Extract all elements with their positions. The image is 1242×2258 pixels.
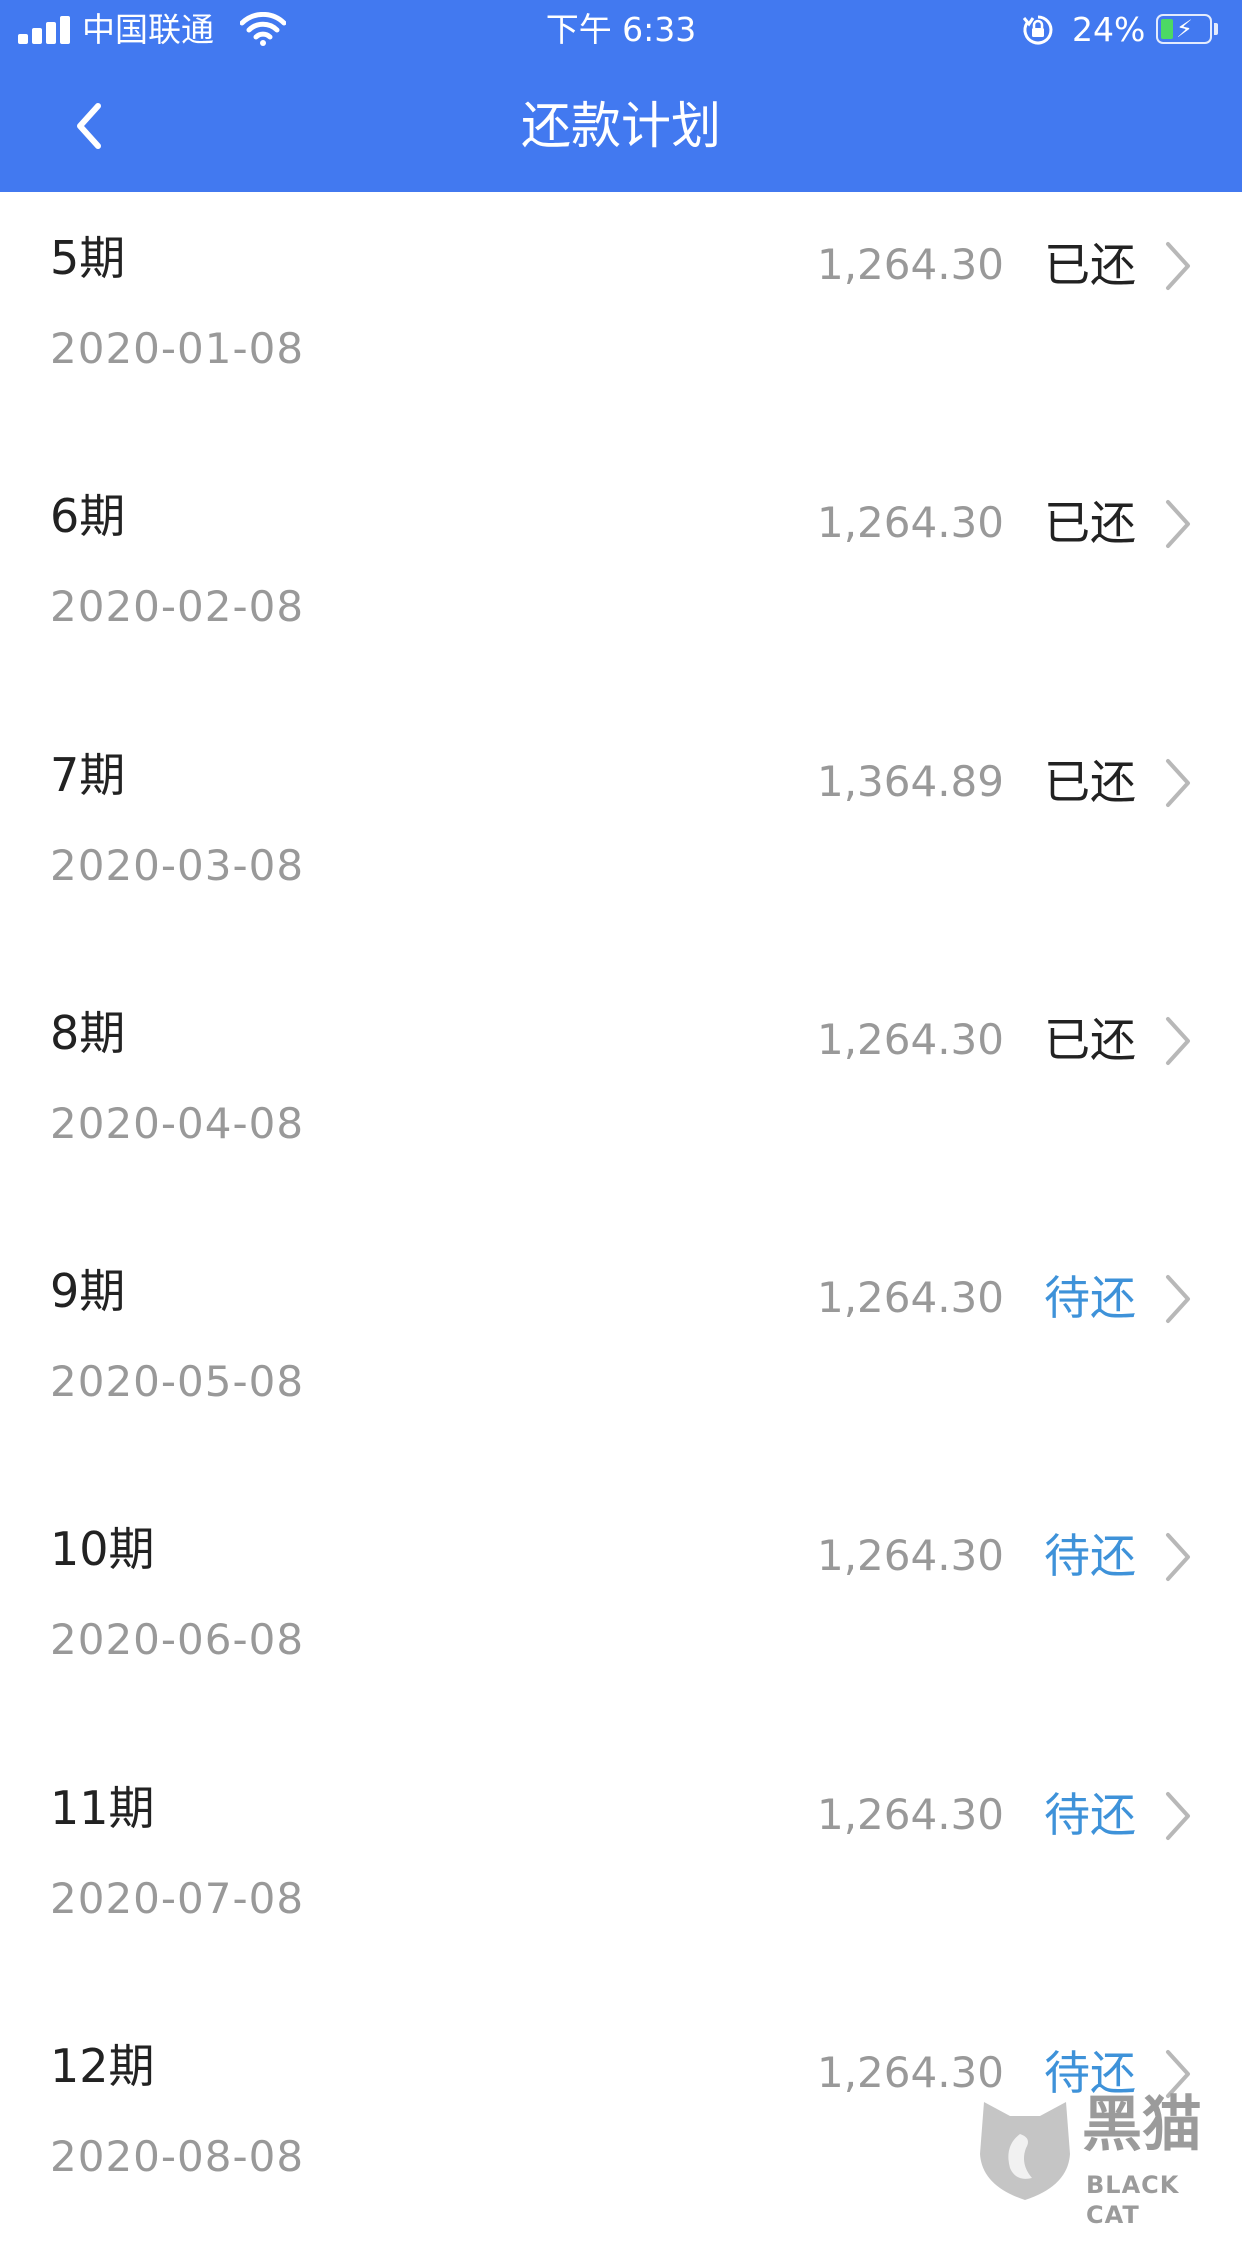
chevron-right-icon: [1166, 1275, 1190, 1324]
due-date: 2020-08-08: [50, 2132, 305, 2182]
cat-shield-icon: [980, 2102, 1070, 2200]
status-bar: 中国联通 下午 6:33 24% ⚡: [0, 0, 1242, 60]
chevron-right-icon: [1166, 1016, 1190, 1065]
status-label: 已还: [1044, 238, 1136, 292]
chevron-right-icon: [1166, 1791, 1190, 1840]
installment-row[interactable]: 9期 2020-05-08 1,264.30 待还: [0, 1225, 1242, 1483]
period-label: 6期: [50, 489, 126, 544]
repayment-list: 5期 2020-01-08 1,264.30 已还 6期 2020-02-08 …: [0, 192, 1242, 2258]
chevron-right-icon: [1166, 242, 1190, 290]
period-label: 5期: [50, 231, 126, 285]
period-label: 10期: [50, 1522, 155, 1577]
black-cat-watermark: 黑猫 BLACK CAT: [964, 2086, 1242, 2229]
amount: 1,264.30: [816, 1531, 1004, 1581]
rotation-lock-icon: [1022, 15, 1053, 45]
status-label: 已还: [1044, 496, 1136, 551]
period-label: 11期: [50, 1780, 155, 1835]
amount: 1,264.30: [816, 498, 1004, 548]
status-label: 待还: [1044, 1787, 1136, 1842]
installment-row[interactable]: 8期 2020-04-08 1,264.30 已还: [0, 967, 1242, 1225]
installment-row[interactable]: 5期 2020-01-08 1,264.30 已还: [0, 192, 1242, 450]
status-label: 已还: [1044, 1012, 1136, 1067]
due-date: 2020-02-08: [50, 582, 305, 632]
chevron-right-icon: [1166, 1533, 1190, 1582]
due-date: 2020-07-08: [50, 1873, 305, 1923]
due-date: 2020-06-08: [50, 1615, 305, 1665]
nav-bar: 中国联通 下午 6:33 24% ⚡ 还款计划: [0, 0, 1242, 192]
status-label: 已还: [1044, 754, 1136, 809]
installment-row[interactable]: 11期 2020-07-08 1,264.30 待还: [0, 1742, 1242, 2000]
due-date: 2020-04-08: [50, 1098, 305, 1148]
amount: 1,264.30: [816, 1789, 1004, 1839]
battery-percent: 24%: [1072, 10, 1146, 49]
amount: 1,264.30: [816, 1014, 1004, 1064]
installment-row[interactable]: 6期 2020-02-08 1,264.30 已还: [0, 450, 1242, 708]
due-date: 2020-05-08: [50, 1357, 305, 1407]
amount: 1,264.30: [816, 1273, 1004, 1323]
installment-row[interactable]: 7期 2020-03-08 1,364.89 已还: [0, 709, 1242, 967]
watermark-cn: 黑猫: [1082, 2090, 1202, 2160]
battery-charging-icon: ⚡: [1156, 14, 1212, 44]
watermark-en: BLACK CAT: [1086, 2171, 1180, 2229]
page-title: 还款计划: [521, 97, 721, 155]
due-date: 2020-03-08: [50, 840, 305, 890]
status-time: 下午 6:33: [545, 10, 697, 49]
chevron-right-icon: [1166, 500, 1190, 549]
period-label: 12期: [50, 2039, 155, 2094]
amount: 1,264.30: [816, 240, 1004, 289]
amount: 1,364.89: [816, 756, 1004, 806]
period-label: 7期: [50, 747, 126, 802]
status-label: 待还: [1044, 1271, 1136, 1326]
battery-cap: [1214, 23, 1218, 35]
status-label: 待还: [1044, 1529, 1136, 1584]
chevron-right-icon: [1166, 758, 1190, 807]
installment-row[interactable]: 10期 2020-06-08 1,264.30 待还: [0, 1483, 1242, 1741]
period-label: 8期: [50, 1005, 126, 1060]
period-label: 9期: [50, 1264, 126, 1319]
due-date: 2020-01-08: [50, 324, 305, 373]
